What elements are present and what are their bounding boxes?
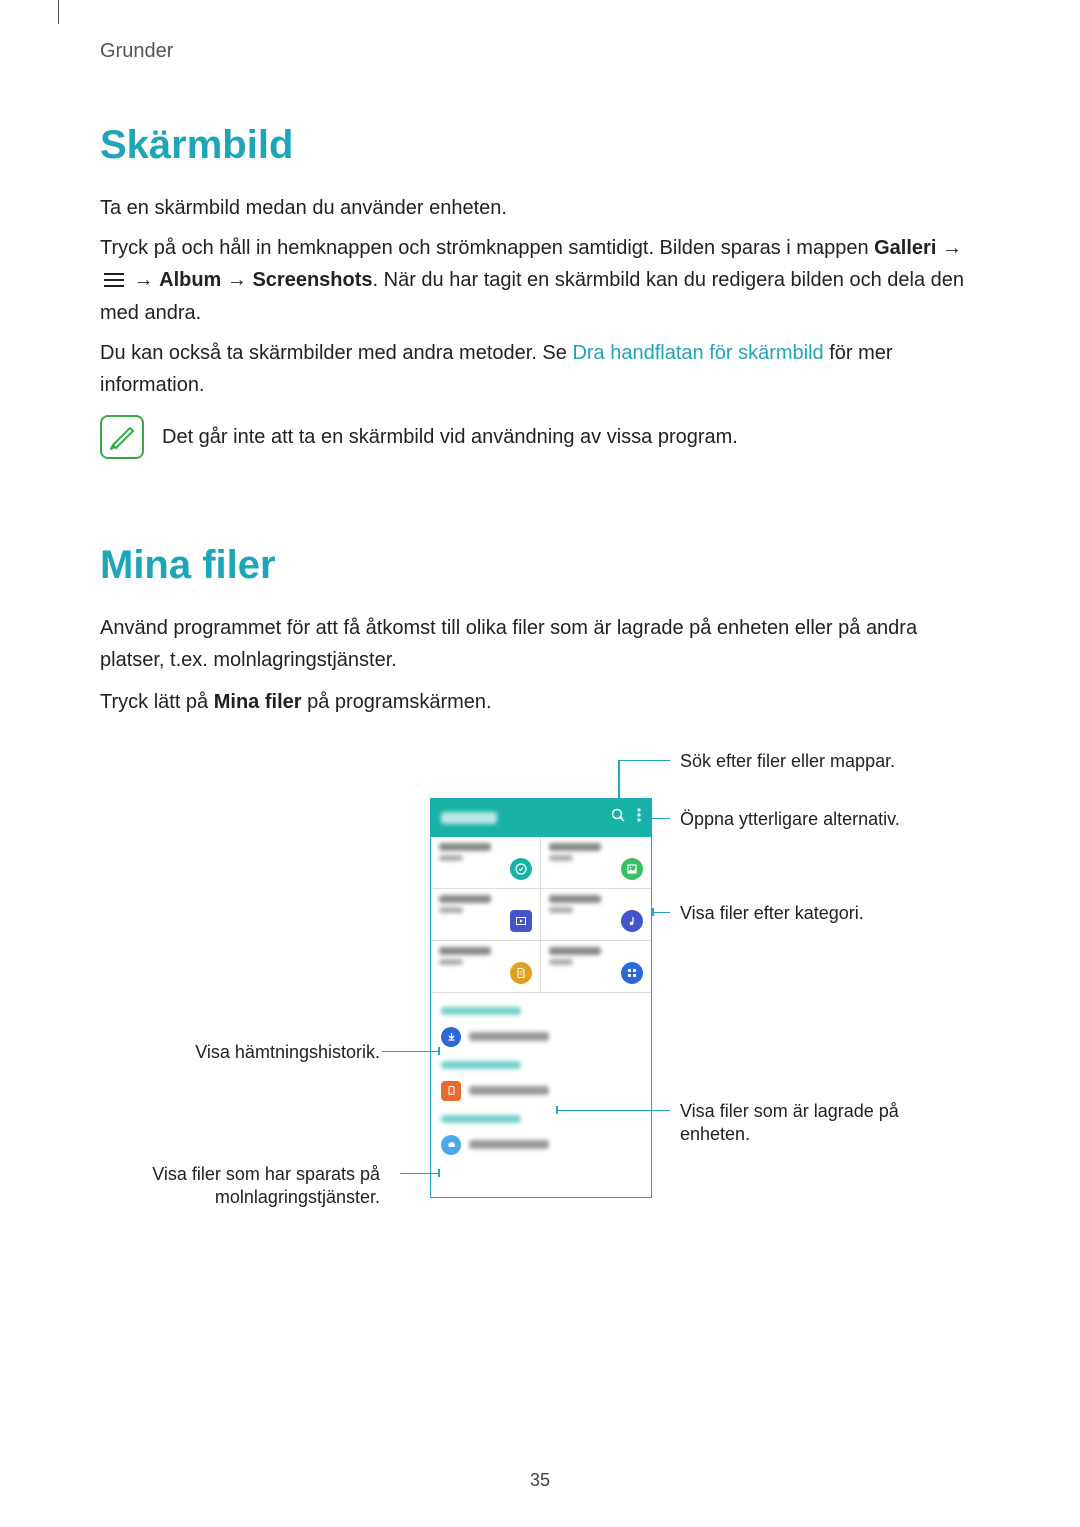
callout-tick xyxy=(652,908,654,916)
mina-filer-label: Mina filer xyxy=(214,691,302,713)
callout-line xyxy=(556,1110,670,1112)
album-label: Album xyxy=(159,269,221,291)
callout-download: Visa hämtningshistorik. xyxy=(130,1041,380,1064)
callout-tick xyxy=(438,1047,440,1055)
arrow-icon: → xyxy=(221,269,252,291)
app-title-blur xyxy=(441,812,497,824)
phone-list xyxy=(431,993,651,1167)
text-part: Du kan också ta skärmbilder med andra me… xyxy=(100,342,572,364)
category-grid xyxy=(431,837,651,993)
phone-mock xyxy=(430,798,652,1198)
search-icon[interactable] xyxy=(611,808,625,827)
images-icon xyxy=(621,858,643,880)
callout-tick xyxy=(644,814,646,822)
palm-swipe-link[interactable]: Dra handflatan för skärmbild xyxy=(572,342,823,364)
top-margin-rule xyxy=(58,0,59,24)
arrow-icon: → xyxy=(128,269,159,291)
callout-line xyxy=(652,912,670,914)
text-part: Tryck lätt på xyxy=(100,691,214,713)
tile-audio[interactable] xyxy=(541,889,651,941)
skarmbild-intro: Ta en skärmbild medan du använder enhete… xyxy=(100,192,980,224)
callout-line xyxy=(618,760,620,798)
callout-search: Sök efter filer eller mappar. xyxy=(680,750,930,773)
tile-videos[interactable] xyxy=(431,889,541,941)
annotated-figure: Sök efter filer eller mappar. Öppna ytte… xyxy=(150,748,930,1248)
screenshots-label: Screenshots xyxy=(252,269,372,291)
note-text: Det går inte att ta en skärmbild vid anv… xyxy=(162,415,738,459)
cloud-storage-row[interactable] xyxy=(441,1129,641,1161)
download-history-row[interactable] xyxy=(441,1021,641,1053)
download-history-label xyxy=(441,1007,521,1015)
callout-cloud: Visa filer som har sparats på molnlagrin… xyxy=(130,1163,380,1210)
tile-images[interactable] xyxy=(541,837,651,889)
device-storage-row[interactable] xyxy=(441,1075,641,1107)
text-part: på programskärmen. xyxy=(302,691,492,713)
breadcrumb: Grunder xyxy=(100,40,980,63)
page-number: 35 xyxy=(530,1470,550,1491)
audio-icon xyxy=(621,910,643,932)
callout-line xyxy=(644,818,670,820)
callout-more: Öppna ytterligare alternativ. xyxy=(680,808,930,831)
note-icon xyxy=(100,415,144,459)
documents-icon xyxy=(510,962,532,984)
callout-device: Visa filer som är lagrade på enheten. xyxy=(680,1100,930,1147)
gallery-label: Galleri xyxy=(874,237,936,259)
device-icon xyxy=(441,1081,461,1101)
tile-downloads[interactable] xyxy=(541,941,651,993)
more-icon[interactable] xyxy=(637,808,641,827)
callout-tick xyxy=(556,1106,558,1114)
mina-filer-intro: Använd programmet för att få åtkomst til… xyxy=(100,612,980,676)
phone-header xyxy=(431,799,651,837)
mina-filer-tap: Tryck lätt på Mina filer på programskärm… xyxy=(100,686,980,718)
text-part: Tryck på och håll in hemknappen och strö… xyxy=(100,237,874,259)
callout-tick xyxy=(438,1169,440,1177)
callout-line xyxy=(400,1173,438,1175)
download-icon xyxy=(441,1027,461,1047)
local-storage-label xyxy=(441,1061,521,1069)
callout-line xyxy=(382,1051,438,1053)
cloud-storage-label xyxy=(441,1115,521,1123)
heading-mina-filer: Mina filer xyxy=(100,543,980,588)
callout-line xyxy=(618,760,670,762)
tile-documents[interactable] xyxy=(431,941,541,993)
arrow-icon: → xyxy=(936,237,962,259)
heading-skarmbild: Skärmbild xyxy=(100,123,980,168)
skarmbild-instructions: Tryck på och håll in hemknappen och strö… xyxy=(100,232,980,329)
callout-category: Visa filer efter kategori. xyxy=(680,902,930,925)
tile-recent[interactable] xyxy=(431,837,541,889)
apps-icon xyxy=(621,962,643,984)
recent-icon xyxy=(510,858,532,880)
note-row: Det går inte att ta en skärmbild vid anv… xyxy=(100,415,980,459)
hamburger-icon xyxy=(104,265,124,297)
videos-icon xyxy=(510,910,532,932)
cloud-icon xyxy=(441,1135,461,1155)
skarmbild-other-methods: Du kan också ta skärmbilder med andra me… xyxy=(100,337,980,401)
